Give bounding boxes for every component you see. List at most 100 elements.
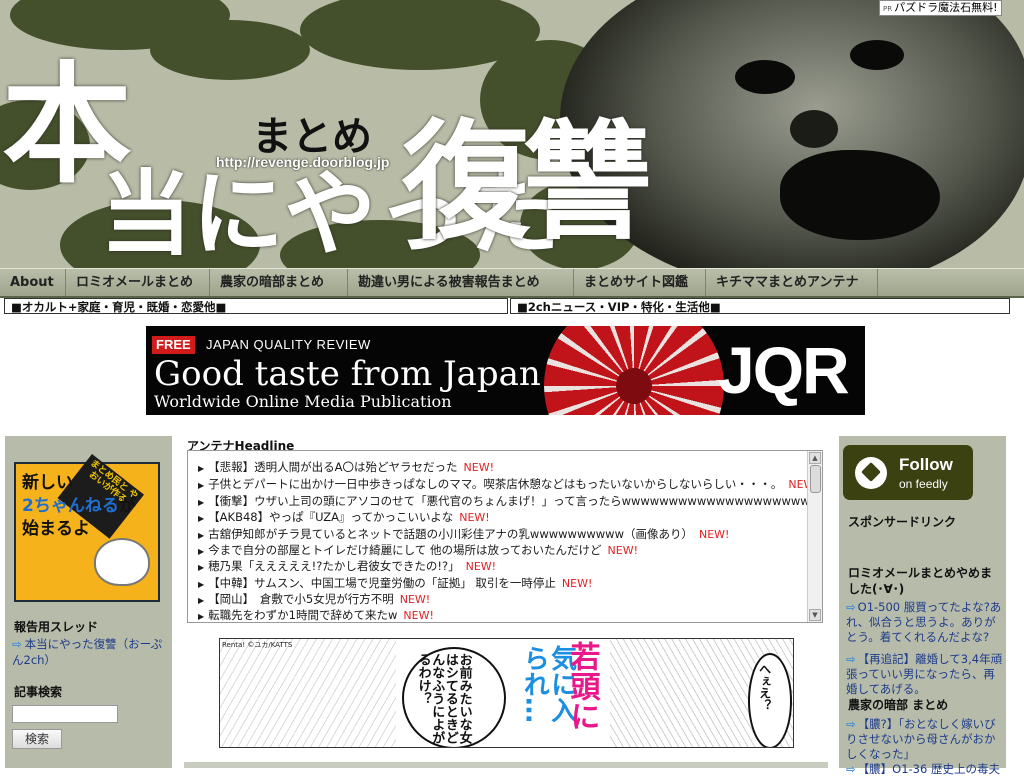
new-badge: NEW! — [403, 609, 434, 622]
farm-dark-link[interactable]: ⇨ 【膿】O1-36 歴史上の毒夫 — [846, 762, 1003, 777]
manga-copyright: Renta! ©ユカ/KATTS — [222, 641, 293, 649]
article-search-title: 記事検索 — [14, 685, 63, 699]
jqr-banner-ad[interactable]: FREE JAPAN QUALITY REVIEW Good taste fro… — [146, 326, 865, 415]
jqr-quality-label: JAPAN QUALITY REVIEW — [206, 337, 371, 352]
promo-text: 新しい 2ちゃんねるが 始まるよ — [22, 472, 136, 541]
site-url: http://revenge.doorblog.jp — [216, 154, 390, 170]
headline-item[interactable]: ▶ 穂乃果「えええええ!?たかし君彼女できたの!?」 NEW! — [198, 558, 496, 576]
new-badge: NEW! — [561, 577, 593, 590]
nav-farm-dark[interactable]: 農家の暗部まとめ — [210, 269, 348, 296]
arrow-icon: ⇨ — [846, 717, 856, 731]
banner-face-mouth — [780, 150, 940, 240]
new-badge: NEW! — [399, 593, 431, 606]
scroll-thumb[interactable] — [810, 465, 821, 493]
subnav-2ch-news[interactable]: ■2chニュース・VIP・特化・生活他■ — [510, 298, 1010, 314]
farm-dark-link-text: 【膿】O1-36 歴史上の毒夫 — [857, 762, 1000, 776]
top-right-ad[interactable]: PR パズドラ魔法石無料! — [879, 0, 1002, 16]
play-arrow-icon: ▶ — [198, 514, 205, 523]
play-arrow-icon: ▶ — [198, 596, 205, 605]
romeo-mail-link[interactable]: ⇨ 【再追記】離婚して3,4年頑張っていい男になったら、再婚してあげる。 — [846, 652, 1003, 697]
scroll-down-icon[interactable]: ▼ — [809, 609, 821, 621]
headline-text: 【岡山】 倉敷で小5女児が行方不明 — [208, 592, 394, 606]
search-button[interactable]: 検索 — [12, 729, 62, 749]
play-arrow-icon: ▶ — [198, 464, 205, 473]
free-badge: FREE — [152, 336, 195, 354]
scroll-up-icon[interactable]: ▲ — [809, 452, 821, 464]
headline-text: 今まで自分の部屋とトイレだけ綺麗にして 他の場所は放っておいたんだけど — [208, 543, 602, 557]
feedly-icon — [855, 457, 887, 489]
nav-misunderstanding-men[interactable]: 勘違い男による被害報告まとめ — [348, 269, 574, 296]
new-badge: NEW! — [463, 461, 494, 474]
arrow-icon: ⇨ — [846, 652, 856, 666]
headline-text: 【悲報】透明人間が出るA〇は殆どヤラセだった — [208, 460, 458, 474]
arrow-icon: ⇨ — [12, 637, 22, 651]
subnav-occult[interactable]: ■オカルト+家庭・育児・既婚・恋愛他■ — [4, 298, 508, 314]
headline-text: 子供とデパートに出かけ一日中歩きっぱなしのママ。喫茶店休憩などはもったいないから… — [208, 477, 783, 491]
jqr-logo: JQR — [718, 333, 850, 407]
arrow-icon: ⇨ — [846, 762, 856, 776]
jqr-tagline: Good taste from Japan — [154, 354, 541, 394]
play-arrow-icon: ▶ — [198, 481, 205, 490]
new-badge: NEW! — [607, 544, 639, 557]
romeo-mail-section-title: ロミオメールまとめやめました(･∀･) — [848, 566, 993, 596]
headline-text: 【衝撃】ウザい上司の頭にアソコのせて「悪代官のちょんまげ！」って言ったらwwww… — [208, 494, 823, 508]
sponsored-links-title: スポンサードリンク — [848, 515, 957, 529]
antenna-headline-list[interactable]: ▶ 【悲報】透明人間が出るA〇は殆どヤラセだった NEW! ▶ 子供とデパートに出かけ… — [187, 450, 823, 623]
pr-label: PR — [883, 5, 893, 13]
headline-scrollbar[interactable]: ▲ ▼ — [807, 451, 822, 622]
manga-art-left — [220, 639, 396, 747]
site-title-part3: 復讐 — [402, 107, 652, 257]
farm-dark-link[interactable]: ⇨ 【膿?】「おとなしく嫁いびりさせないから母さんがおかしくなった」 — [846, 717, 1003, 762]
nav-romeo-mail[interactable]: ロミオメールまとめ — [66, 269, 210, 296]
romeo-mail-link-text: O1-500 服買ってたよな?あれ、似合うと思うよ。ありがとう。着てくれるんだよ… — [846, 600, 1002, 644]
headline-text: 【中韓】サムスン、中国工場で児童労働の「証拠」 取引を一時停止 — [208, 576, 556, 590]
content-bottom-bar — [184, 762, 828, 768]
new-badge: NEW! — [698, 528, 730, 541]
headline-item[interactable]: ▶ 転職先をわずか1時間で辞めて来たw NEW! — [198, 607, 434, 622]
headline-item[interactable]: ▶ 子供とデパートに出かけ一日中歩きっぱなしのママ。喫茶店休憩などはもったいないか… — [198, 476, 819, 494]
main-nav: About ロミオメールまとめ 農家の暗部まとめ 勘違い男による被害報告まとめ … — [0, 268, 1024, 298]
umbrella-center — [616, 368, 652, 404]
top-right-ad-text: パズドラ魔法石無料! — [894, 1, 998, 14]
promo-line2: 2ちゃんねる — [22, 496, 119, 516]
feedly-follow-button[interactable]: Follow on feedly — [843, 445, 973, 500]
headline-text: 穂乃果「えええええ!?たかし君彼女できたの!?」 — [208, 559, 460, 573]
promo-line2b: が — [118, 496, 136, 516]
play-arrow-icon: ▶ — [198, 612, 205, 621]
manga-catch-pink: 若頭に — [564, 641, 600, 731]
nav-kichimama-antenna[interactable]: キチママまとめアンテナ — [706, 269, 878, 296]
nav-about[interactable]: About — [0, 269, 66, 296]
open2ch-promo-banner[interactable]: まとめ民と やおいが作る 新しい 2ちゃんねるが 始まるよ — [14, 454, 160, 602]
farm-dark-link-text: 【膿?】「おとなしく嫁いびりさせないから母さんがおかしくなった」 — [846, 717, 996, 761]
cat-mascot-icon — [94, 538, 150, 586]
banner-face-nose — [790, 110, 838, 148]
headline-item[interactable]: ▶ 【悲報】透明人間が出るA〇は殆どヤラセだった NEW! — [198, 459, 494, 477]
new-badge: NEW! — [459, 511, 490, 524]
romeo-mail-link[interactable]: ⇨ O1-500 服買ってたよな?あれ、似合うと思うよ。ありがとう。着てくれるんだ… — [846, 600, 1003, 645]
farm-dark-section-title: 農家の暗部 まとめ — [848, 698, 949, 712]
play-arrow-icon: ▶ — [198, 547, 205, 556]
headline-item[interactable]: ▶ 【AKB48】やっぱ『UZA』ってかっこいいよな NEW! — [198, 509, 490, 527]
manga-speech-text: お前みたいな女はシてるときどんなふうによがるわけ？ — [415, 653, 472, 744]
play-arrow-icon: ▶ — [198, 498, 205, 507]
headline-text: 【AKB48】やっぱ『UZA』ってかっこいいよな — [208, 510, 454, 524]
banner-face-eye — [850, 40, 904, 70]
headline-text: 転職先をわずか1時間で辞めて来たw — [208, 608, 398, 622]
play-arrow-icon: ▶ — [198, 580, 205, 589]
banner-blob — [150, 20, 310, 80]
banner-face-eye — [735, 60, 795, 94]
promo-line1: 新しい — [22, 473, 73, 493]
article-search-input[interactable] — [12, 705, 118, 723]
report-thread-link[interactable]: ⇨ 本当にやった復讐（おーぷん2ch） — [12, 636, 164, 668]
report-thread-link-text: 本当にやった復讐（おーぷん2ch） — [12, 637, 163, 667]
report-thread-title: 報告用スレッド — [14, 620, 99, 634]
manga-ad-banner[interactable]: Renta! ©ユカ/KATTS お前みたいな女はシてるときどんなふうによがるわ… — [219, 638, 794, 748]
feedly-on-label: on feedly — [899, 477, 948, 491]
nav-matome-encyclopedia[interactable]: まとめサイト図鑑 — [574, 269, 706, 296]
header-banner[interactable]: 本 当にやった 復讐 まとめ http://revenge.doorblog.j… — [0, 0, 1024, 268]
play-arrow-icon: ▶ — [198, 531, 205, 540]
play-arrow-icon: ▶ — [198, 563, 205, 572]
jqr-subline: Worldwide Online Media Publication — [154, 392, 452, 411]
new-badge: NEW! — [465, 560, 497, 573]
feedly-follow-label: Follow — [899, 455, 953, 474]
